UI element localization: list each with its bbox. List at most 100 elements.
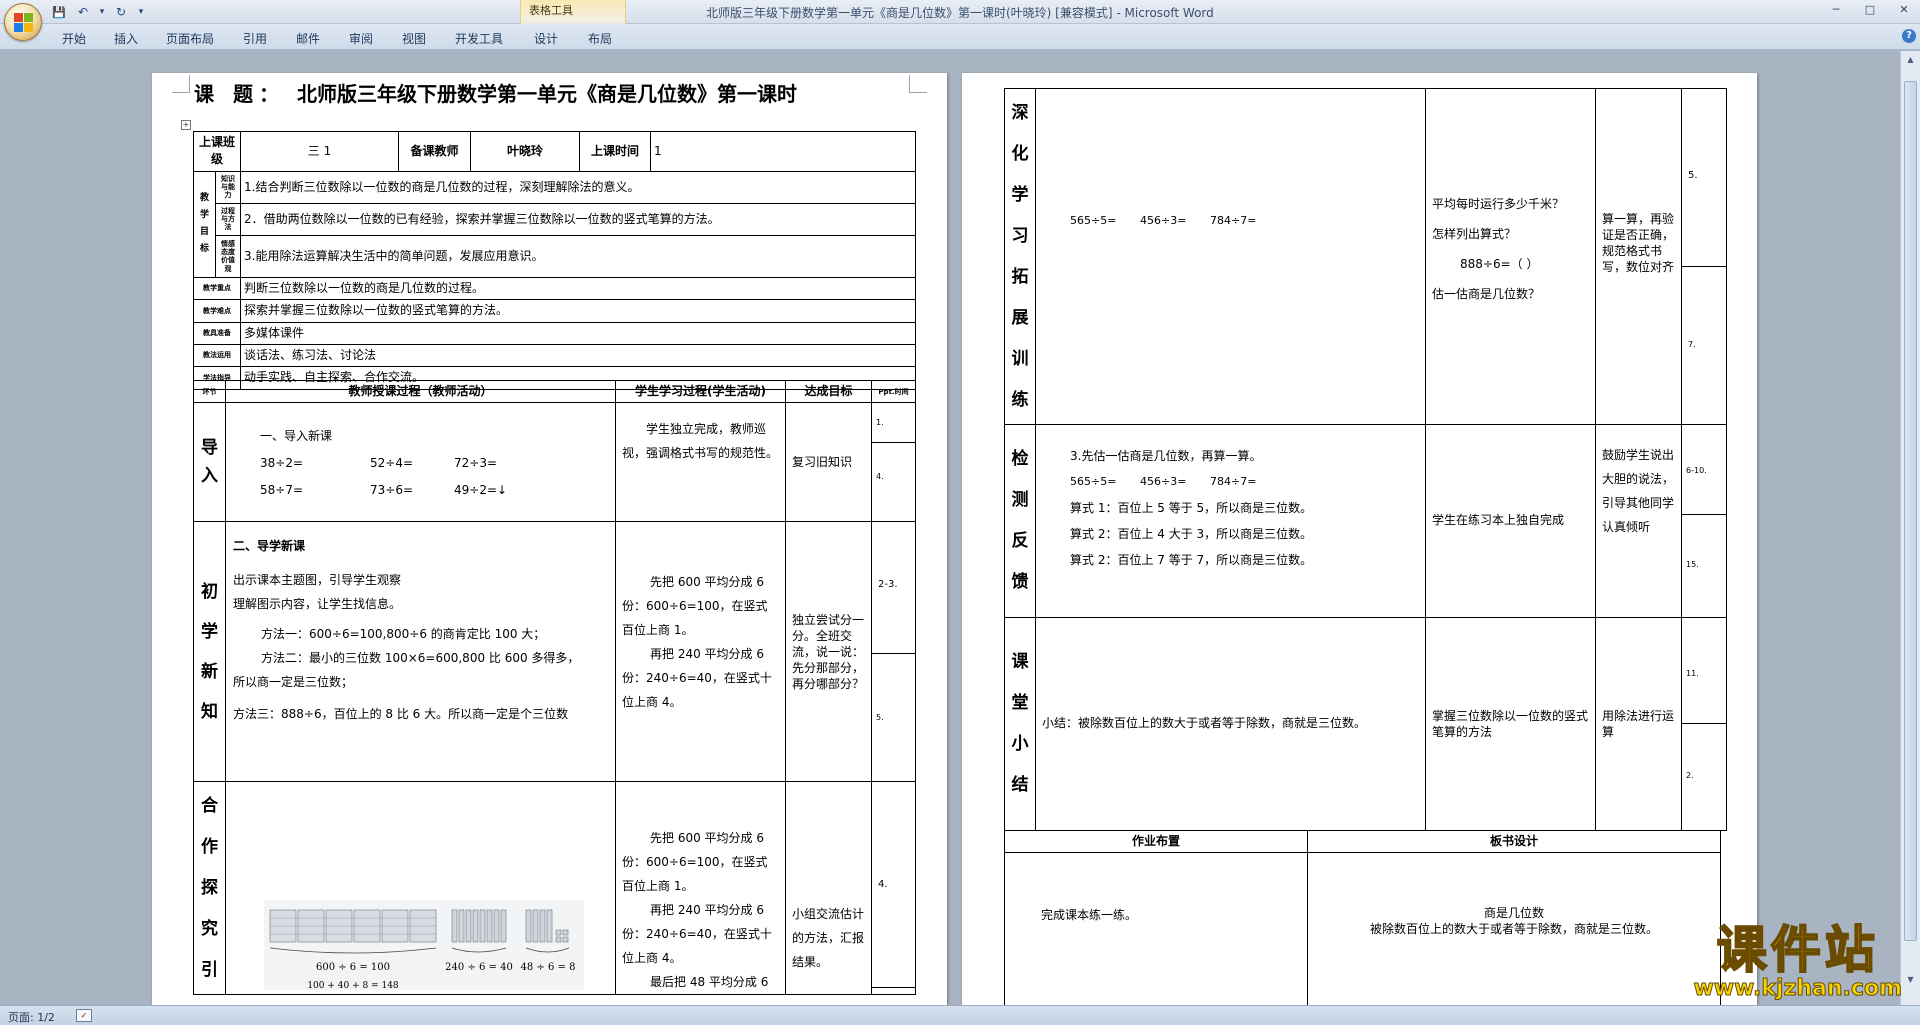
maximize-button[interactable]: □ [1860,2,1880,18]
watermark-text: 课件站 [1716,921,1879,979]
goal-1[interactable]: 1.结合判断三位数除以一位数的商是几位数的过程，深刻理解除法的意义。 [240,170,917,204]
feedback-student-activity[interactable]: 学生在练习本上独自完成 [1425,424,1596,618]
feedback-step-label: 检测反馈 [1004,424,1036,618]
materials-value[interactable]: 多媒体课件 [240,321,917,345]
tab-insert[interactable]: 插入 [114,30,138,47]
homework-board-table[interactable]: 作业布置 板书设计 完成课本练一练。 商是几位数 被除数百位上的数大于或者等于除… [1004,829,1721,1005]
feedback-problems: 565÷5= 456÷3= 784÷7= [1070,475,1257,488]
base-ten-blocks-illustration: 600 ÷ 6 = 100 240 ÷ 6 = 40 48 ÷ 6 = 8 10… [264,900,584,991]
time-header: Ppt.时间 [871,379,916,404]
undo-icon[interactable]: ↶ [74,4,92,20]
board-text: 被除数百位上的数大于或者等于除数，商就是三位数。 [1369,922,1658,937]
tab-review[interactable]: 审阅 [349,30,373,47]
intro-times: 1. 4. [871,402,916,523]
tab-view[interactable]: 视图 [402,30,426,47]
new-knowledge-student-activity[interactable]: 先把 600 平均分成 6 份：600÷6=100，在竖式 百位上商 1。 再把… [615,521,786,783]
crop-mark [172,75,190,93]
summary-student[interactable]: 掌握三位数除以一位数的竖式笔算的方法 [1425,617,1596,831]
lesson-info-table[interactable]: 上课班级 三 1 备课教师 叶晓玲 上课时间 1 教学目标 知识与能力 1.结合… [192,131,917,390]
new-knowledge-heading: 二、导学新课 [233,539,306,554]
goal-header: 达成目标 [785,379,872,404]
deepening-teacher-activity[interactable]: 565÷5= 456÷3= 784÷7= [1035,88,1426,425]
redo-icon[interactable]: ↻ [112,4,130,20]
intro-student-activity[interactable]: 学生独立完成，教师巡视，强调格式书写的规范性。 [615,402,786,523]
deepening-step-label: 深化学习拓展训练 [1004,88,1036,425]
method-value[interactable]: 谈话法、练习法、讨论法 [240,343,917,368]
board-design-content[interactable]: 商是几位数 被除数百位上的数大于或者等于除数，商就是三位数。 [1307,852,1721,1005]
key-point-value[interactable]: 判断三位数除以一位数的商是几位数的过程。 [240,276,917,301]
new-knowledge-teacher-activity[interactable]: 二、导学新课 出示课本主题图，引导学生观察 理解图示内容，让学生找信息。 方法一… [225,521,616,783]
feedback-teacher-activity[interactable]: 3.先估一估商是几位数，再算一算。 565÷5= 456÷3= 784÷7= 算式 … [1035,424,1426,618]
scroll-down-icon[interactable]: ▼ [1903,973,1918,987]
division-blocks-figure: 600 ÷ 6 = 100 240 ÷ 6 = 40 48 ÷ 6 = 8 10… [264,900,584,991]
title-bar: 💾 ↶ ▾ ↻ ▾ 北师版三年级下册数学第一单元《商是几位数》第一课时(叶晓玲)… [0,0,1920,24]
document-page-1[interactable]: 课 题： 北师版三年级下册数学第一单元《商是几位数》第一课时 + 上课班级 三 1… [152,73,947,1005]
figure-caption-4: 100 + 40 + 8 = 148 [307,981,399,990]
tab-home[interactable]: 开始 [62,30,86,47]
spelling-check-icon[interactable]: ✓ [76,1009,92,1022]
lesson-title-label: 课 题： [194,82,285,106]
cooperation-student-activity[interactable]: 先把 600 平均分成 6 份：600÷6=100，在竖式 百位上商 1。 再把… [615,781,786,996]
tab-layout[interactable]: 布局 [588,30,612,47]
goal-2[interactable]: 2．借助两位数除以一位数的已有经验，探索并掌握三位数除以一位数的竖式笔算的方法。 [240,202,917,236]
intro-goal[interactable]: 复习旧知识 [785,402,872,523]
status-bar: 页面: 1/2 ✓ [0,1005,1920,1025]
deepening-times: 5. 7. [1681,88,1727,425]
document-page-2[interactable]: 深化学习拓展训练 565÷5= 456÷3= 784÷7= 平均每时运行多少千米？ … [962,73,1757,1005]
tab-references[interactable]: 引用 [243,30,267,47]
minimize-button[interactable]: ─ [1826,2,1846,18]
teacher-label: 备课教师 [398,131,472,172]
difficulty-value[interactable]: 探索并掌握三位数除以一位数的竖式笔算的方法。 [240,299,917,323]
summary-text[interactable]: 小结：被除数百位上的数大于或者等于除数，商就是三位数。 [1035,617,1426,831]
time-label: 上课时间 [579,131,652,172]
materials-label: 教具准备 [192,321,242,345]
difficulty-label: 教学难点 [192,299,242,323]
tab-mailings[interactable]: 邮件 [296,30,320,47]
vertical-scrollbar[interactable]: ▲ ▼ [1900,51,1920,1005]
tab-page-layout[interactable]: 页面布局 [166,30,214,47]
cooperation-step-label: 合作探究引 [193,781,226,996]
class-value[interactable]: 三 1 [240,131,400,172]
ribbon-tab-bar: 开始 插入 页面布局 引用 邮件 审阅 视图 开发工具 设计 布局 [0,24,1920,50]
table-tools-label: 表格工具 [529,4,573,17]
training-table[interactable]: 深化学习拓展训练 565÷5= 456÷3= 784÷7= 平均每时运行多少千米？ … [1004,88,1727,831]
customize-qat-icon[interactable]: ▾ [136,4,146,20]
tab-developer[interactable]: 开发工具 [455,30,503,47]
time-value[interactable]: 1 [650,131,917,172]
feedback-goal[interactable]: 鼓励学生说出大胆的说法，引导其他同学认真倾听 [1595,424,1682,618]
office-logo-icon [14,13,34,33]
summary-step-label: 课堂小结 [1004,617,1036,831]
cooperation-times: 4. [871,781,916,996]
intro-problems-row-1: 38÷2= 52÷4= 72÷3= [260,456,498,471]
table-move-handle-icon[interactable]: + [181,120,191,130]
office-button[interactable] [4,3,42,41]
teacher-activity-header: 教师授课过程（教师活动） [225,379,616,404]
key-point-label: 教学重点 [192,276,242,301]
cooperation-teacher-activity[interactable]: 600 ÷ 6 = 100 240 ÷ 6 = 40 48 ÷ 6 = 8 10… [225,781,616,996]
homework-text[interactable]: 完成课本练一练。 [1004,852,1308,1005]
summary-goal[interactable]: 用除法进行运算 [1595,617,1682,831]
goals-label: 教学目标 [193,170,216,278]
window-controls: ─ □ ✕ [1826,2,1914,18]
intro-teacher-activity[interactable]: 一、导入新课 38÷2= 52÷4= 72÷3= 58÷7= 73÷6= 49÷2=↓ [225,402,616,523]
scrollbar-thumb[interactable] [1904,81,1917,941]
close-button[interactable]: ✕ [1894,2,1914,18]
save-icon[interactable]: 💾 [50,4,68,20]
step-header: 环节 [193,379,226,404]
new-knowledge-goal[interactable]: 独立尝试分一分。全班交流，说一说：先分那部分，再分哪部分？ [785,521,872,783]
goal-3[interactable]: 3.能用除法运算解决生活中的简单问题，发展应用意识。 [240,234,917,278]
deepening-student-activity[interactable]: 平均每时运行多少千米？ 怎样列出算式？ 888÷6=（ ） 估一估商是几位数？ [1425,88,1596,425]
new-knowledge-times: 2-3. 5. [871,521,916,783]
deepening-goal[interactable]: 算一算，再验证是否正确，规范格式书写，数位对齐 [1595,88,1682,425]
method-label: 教法运用 [192,343,242,368]
watermark-url: www.kjzhan.com [1693,976,1903,1001]
teacher-value[interactable]: 叶晓玲 [470,131,581,172]
scroll-up-icon[interactable]: ▲ [1903,53,1918,67]
undo-dropdown-icon[interactable]: ▾ [98,4,106,20]
crop-mark [909,75,927,93]
cooperation-goal[interactable]: 小组交流估计的方法，汇报结果。 [785,781,872,996]
help-icon[interactable]: ? [1902,29,1916,43]
page-counter[interactable]: 页面: 1/2 [8,1009,55,1025]
tab-design[interactable]: 设计 [534,30,558,47]
teaching-process-table[interactable]: 环节 教师授课过程（教师活动） 学生学习过程(学生活动) 达成目标 Ppt.时间… [193,379,916,996]
